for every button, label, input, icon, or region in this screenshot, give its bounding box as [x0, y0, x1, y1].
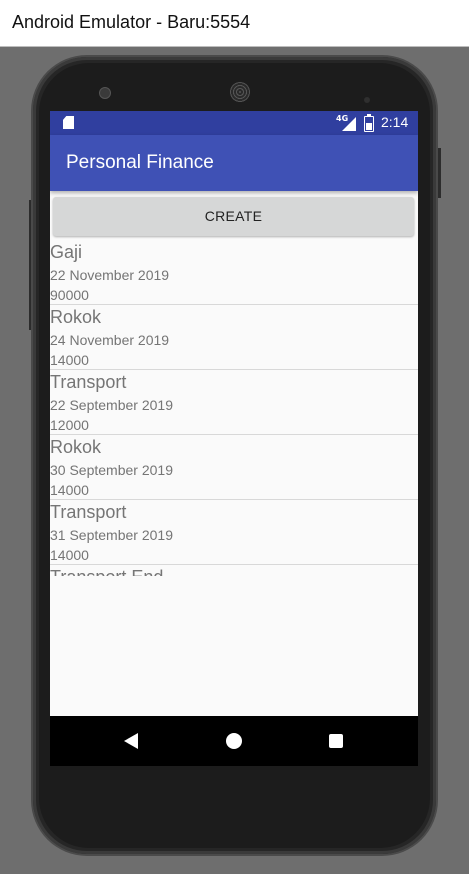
recents-icon[interactable]	[329, 734, 343, 748]
item-date: 24 November 2019	[50, 332, 170, 348]
item-title: Transport	[50, 372, 127, 392]
item-date: 22 November 2019	[50, 267, 170, 283]
create-button[interactable]: CREATE	[53, 197, 414, 236]
list-item[interactable]: Rokok 24 November 2019 14000	[50, 305, 418, 370]
home-icon[interactable]	[226, 733, 242, 749]
app-title: Personal Finance	[66, 152, 214, 173]
item-amount: 12000	[50, 417, 89, 433]
window-title: Android Emulator - Baru:5554	[12, 12, 251, 32]
list-item[interactable]: Transport End	[50, 565, 418, 576]
list-item[interactable]: Rokok 30 September 2019 14000	[50, 435, 418, 500]
item-amount: 14000	[50, 547, 89, 563]
front-camera-icon	[99, 87, 111, 99]
signal-icon: 4G	[336, 114, 356, 131]
device-screen: 4G 2:14 Personal Finance CREATE Gaji 22 …	[50, 111, 418, 766]
item-date: 22 September 2019	[50, 397, 173, 413]
item-date: 31 September 2019	[50, 527, 173, 543]
item-title: Transport End	[50, 567, 163, 576]
sensor-icon	[364, 88, 382, 122]
item-amount: 90000	[50, 287, 89, 303]
app-bar: Personal Finance	[50, 135, 418, 191]
list-item[interactable]: Gaji 22 November 2019 90000	[50, 240, 418, 305]
item-title: Rokok	[50, 437, 102, 457]
battery-icon	[364, 114, 374, 132]
list-item[interactable]: Transport 31 September 2019 14000	[50, 500, 418, 565]
navigation-bar	[50, 716, 418, 766]
item-amount: 14000	[50, 352, 89, 368]
item-title: Rokok	[50, 307, 102, 327]
window-titlebar[interactable]: Android Emulator - Baru:5554	[0, 0, 469, 47]
item-amount: 14000	[50, 482, 89, 498]
power-button[interactable]	[436, 148, 441, 198]
list-item[interactable]: Transport 22 September 2019 12000	[50, 370, 418, 435]
status-bar: 4G 2:14	[50, 111, 418, 135]
status-clock: 2:14	[381, 114, 409, 130]
item-title: Transport	[50, 502, 127, 522]
item-date: 30 September 2019	[50, 462, 173, 478]
speaker-grille-icon	[230, 82, 250, 102]
back-icon[interactable]	[124, 733, 138, 749]
sd-card-icon	[63, 116, 74, 129]
item-title: Gaji	[50, 242, 83, 262]
transaction-list[interactable]: Gaji 22 November 2019 90000 Rokok 24 Nov…	[50, 240, 418, 576]
network-type: 4G	[336, 114, 349, 123]
